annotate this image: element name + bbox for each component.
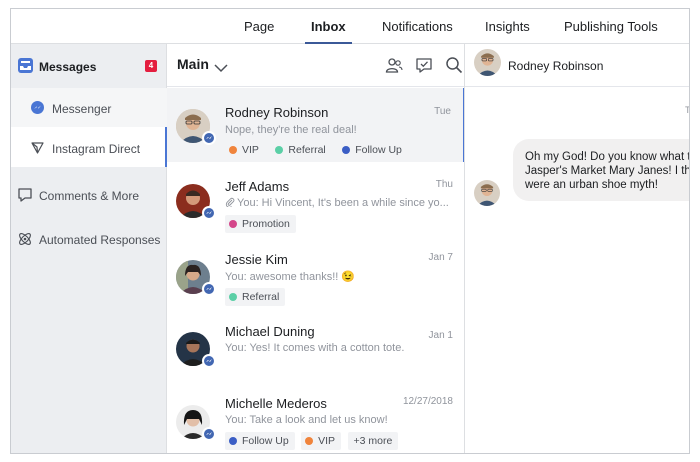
message-snippet: You: Take a look and let us know! — [225, 414, 388, 426]
label-tag[interactable]: Referral — [225, 288, 286, 306]
messenger-icon — [202, 206, 216, 220]
avatar — [474, 180, 500, 206]
conversation-pane: Rodney Robinson T Oh my God! Do you know… — [465, 44, 690, 453]
label-color-dot — [229, 292, 237, 301]
messenger-icon — [202, 131, 216, 145]
contact-name[interactable]: Rodney Robinson — [508, 59, 603, 73]
conversation-header: Rodney Robinson — [465, 44, 689, 87]
people-icon[interactable] — [385, 56, 403, 79]
avatar[interactable] — [474, 49, 501, 76]
messenger-icon — [202, 427, 216, 441]
conversation-item[interactable]: Jessie Kim Jan 7 You: awesome thanks!! 😉… — [167, 238, 464, 312]
label-color-dot — [275, 145, 284, 154]
contact-name: Michael Duning — [225, 324, 315, 339]
more-labels-button[interactable]: +3 more — [347, 432, 399, 450]
top-navigation: Page Inbox Notifications Insights Publis… — [11, 9, 689, 44]
conversation-item[interactable]: Michael Duning Jan 1 You: Yes! It comes … — [167, 312, 464, 382]
label-tag[interactable]: VIP — [301, 432, 342, 450]
message-line: Jasper's Market Mary Janes! I th — [525, 165, 690, 177]
label-color-dot — [229, 145, 237, 154]
label-tag[interactable]: Follow Up — [225, 432, 295, 450]
tab-inbox[interactable]: Inbox — [305, 9, 352, 44]
sidebar-item-instagram-direct[interactable]: Instagram Direct — [11, 127, 167, 167]
tab-notifications[interactable]: Notifications — [382, 9, 453, 44]
message-snippet: You: Yes! It comes with a cotton tote. — [225, 342, 405, 354]
label-list: Referral — [225, 287, 287, 306]
sidebar-item-messages[interactable]: Messages 4 — [11, 44, 167, 88]
contact-name: Rodney Robinson — [225, 105, 329, 120]
label-color-dot — [229, 436, 237, 445]
conversation-date: Jan 7 — [428, 252, 453, 263]
conversation-item[interactable]: Michelle Mederos 12/27/2018 You: Take a … — [167, 382, 464, 453]
contact-name: Jessie Kim — [225, 252, 288, 267]
conversation-item[interactable]: Rodney Robinson Tue Nope, they're the re… — [167, 88, 464, 162]
label-list: Promotion — [225, 214, 298, 233]
unread-count-badge: 4 — [145, 60, 157, 72]
speech-bubble-icon — [17, 187, 33, 206]
contact-name: Jeff Adams — [225, 179, 290, 194]
label-color-dot — [229, 219, 237, 228]
inbox-tray-icon — [17, 57, 34, 77]
tab-insights[interactable]: Insights — [485, 9, 530, 44]
search-icon[interactable] — [445, 56, 463, 79]
label-tag[interactable]: Referral — [271, 141, 331, 159]
label-list: VIP Referral Follow Up — [225, 140, 410, 158]
tab-publishing-tools[interactable]: Publishing Tools — [564, 9, 658, 44]
conversation-date: 12/27/2018 — [402, 396, 453, 407]
message-snippet: You: awesome thanks!! 😉 — [225, 271, 356, 283]
contact-name: Michelle Mederos — [225, 396, 327, 411]
chevron-down-icon[interactable] — [214, 60, 228, 78]
app-window: Page Inbox Notifications Insights Publis… — [10, 8, 690, 454]
sidebar-item-label: Comments & More — [39, 189, 140, 203]
message-timestamp: T — [685, 105, 690, 115]
message-line: were an urban shoe myth! — [525, 179, 658, 191]
messenger-icon — [202, 282, 216, 296]
message-snippet: You: Hi Vincent, It's been a while since… — [237, 197, 449, 209]
label-color-dot — [342, 145, 351, 154]
message-line: Oh my God! Do you know what t — [525, 151, 690, 163]
label-tag[interactable]: VIP — [225, 141, 265, 159]
check-bubble-icon[interactable] — [415, 56, 433, 79]
sidebar-item-label: Instagram Direct — [52, 142, 141, 156]
label-list: Follow Up VIP +3 more — [225, 431, 400, 450]
sidebar-item-comments[interactable]: Comments & More — [11, 175, 167, 215]
sidebar-item-label: Automated Responses — [39, 233, 161, 247]
label-color-dot — [305, 436, 314, 445]
message-snippet: Nope, they're the real deal! — [225, 124, 357, 136]
folder-title: Main — [177, 56, 209, 72]
messenger-icon — [202, 354, 216, 368]
conversation-list-header: Main — [167, 44, 464, 87]
messenger-icon — [31, 101, 44, 117]
conversation-date: Thu — [435, 179, 453, 190]
sidebar-item-messenger[interactable]: Messenger — [11, 88, 167, 127]
conversation-date: Tue — [434, 106, 451, 117]
sidebar: Messages 4 Messenger Instagram Direct Co… — [11, 44, 167, 453]
atom-icon — [17, 231, 33, 250]
sidebar-item-label: Messenger — [52, 102, 112, 116]
paper-plane-icon — [31, 141, 44, 157]
conversation-item[interactable]: Jeff Adams Thu You: Hi Vincent, It's bee… — [167, 162, 464, 238]
sidebar-item-label: Messages — [39, 60, 97, 74]
tab-page[interactable]: Page — [244, 9, 274, 44]
label-tag[interactable]: Promotion — [225, 215, 296, 233]
label-tag[interactable]: Follow Up — [338, 141, 408, 159]
sidebar-item-automated-responses[interactable]: Automated Responses — [11, 219, 167, 259]
conversation-date: Jan 1 — [428, 330, 453, 341]
message-bubble: Oh my God! Do you know what t Jasper's M… — [513, 139, 690, 201]
conversation-list: Main Rodney Robinson Tue Nope, they're t… — [167, 44, 465, 453]
